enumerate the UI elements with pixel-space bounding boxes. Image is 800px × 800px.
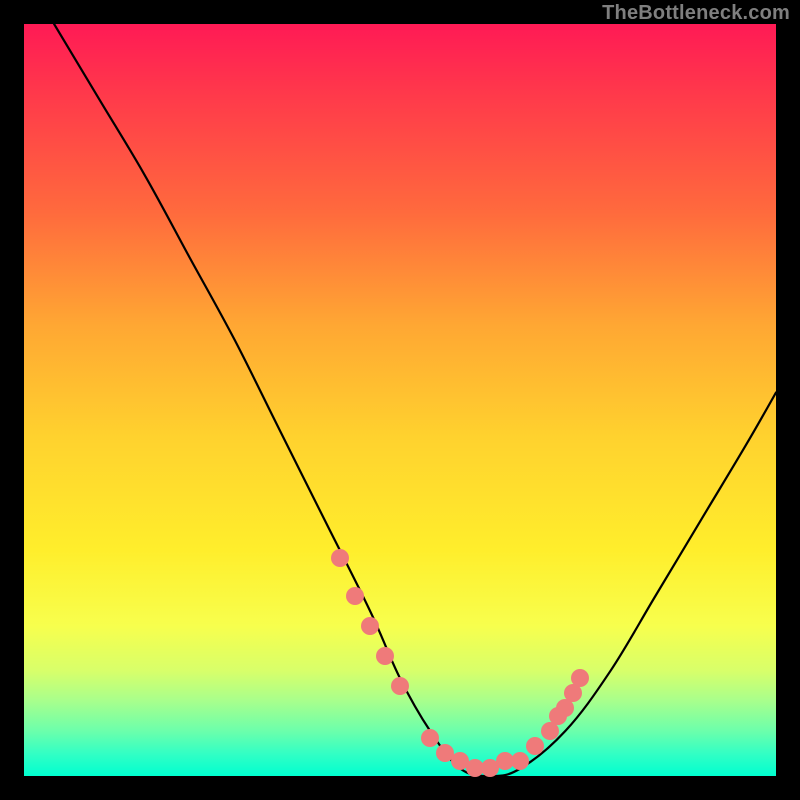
curve-svg xyxy=(24,24,776,776)
highlight-dot xyxy=(526,737,544,755)
watermark-text: TheBottleneck.com xyxy=(602,2,790,25)
highlight-dot xyxy=(361,617,379,635)
highlight-dot xyxy=(391,677,409,695)
plot-area xyxy=(24,24,776,776)
highlight-dot xyxy=(571,669,589,687)
highlight-dot xyxy=(556,699,574,717)
highlight-dot xyxy=(376,647,394,665)
bottleneck-curve xyxy=(54,24,776,776)
chart-canvas: TheBottleneck.com xyxy=(0,0,800,800)
highlight-dot xyxy=(421,729,439,747)
highlight-dot xyxy=(346,587,364,605)
highlight-dot xyxy=(511,752,529,770)
highlight-dot xyxy=(331,549,349,567)
